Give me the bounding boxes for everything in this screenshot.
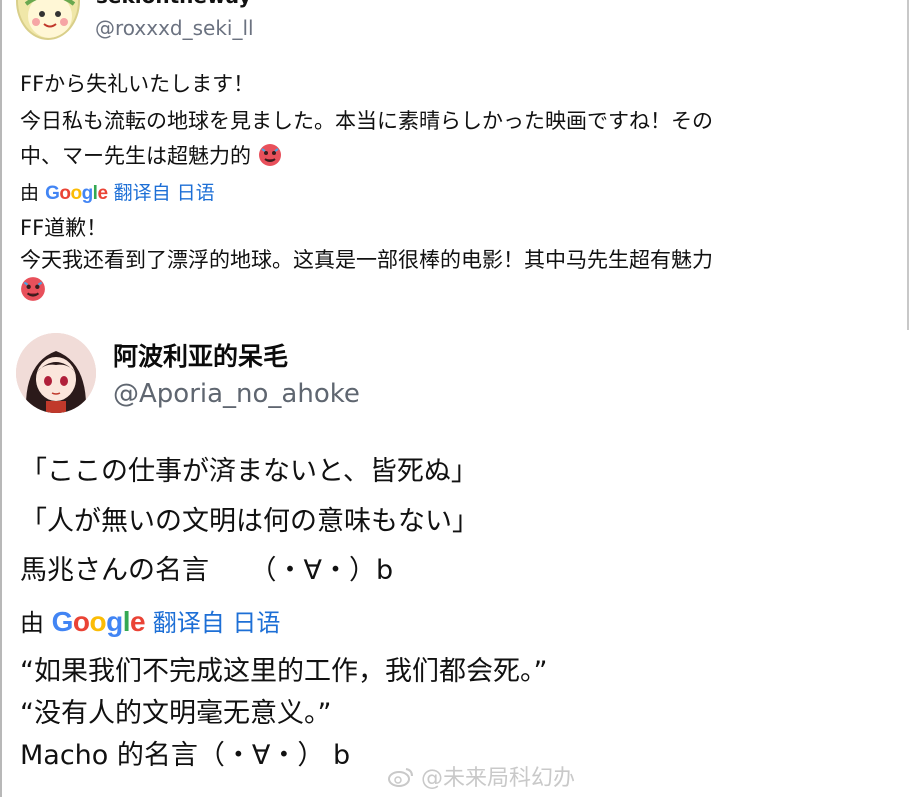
translated-text-line: 今天我还看到了漂浮的地球。这真是一部很棒的电影！其中马先生超有魅力 <box>20 248 713 272</box>
translated-from-link[interactable]: 翻译自 日语 <box>114 182 215 204</box>
hot-face-emoji-icon <box>20 276 46 307</box>
left-border <box>0 0 2 797</box>
display-name[interactable]: sekiontheway <box>96 0 251 8</box>
tweet-text-line: FFから失礼いたします！ <box>20 72 255 96</box>
tweet-text-line: 今日私も流転の地球を見ました。本当に素晴らしかった映画ですね！その <box>20 109 713 133</box>
user-avatar[interactable] <box>16 0 80 40</box>
translation-attribution[interactable]: 由 Google 翻译自 日语 <box>20 178 215 205</box>
translated-by-label: 由 <box>20 609 44 637</box>
watermark-text: @未来局科幻办 <box>421 766 576 791</box>
translated-emoji-line <box>20 276 46 307</box>
tweet-text-line: 中、マー先生は超魅力的 <box>20 144 251 168</box>
hot-face-emoji-icon <box>258 143 282 172</box>
translated-by-label: 由 <box>20 182 40 204</box>
tweet-text-line: 「ここの仕事が済まないと、皆死ぬ」 <box>20 456 478 487</box>
translated-text-line: “如果我们不完成这里的工作，我们都会死。” <box>20 656 548 687</box>
user-handle[interactable]: @roxxxd_seki_ll <box>95 16 254 40</box>
watermark: @未来局科幻办 <box>388 760 575 792</box>
translated-text-line: FF道歉！ <box>20 216 108 240</box>
translation-attribution[interactable]: 由 Google 翻译自 日语 <box>20 603 280 638</box>
weibo-logo-icon <box>388 766 421 791</box>
google-logo-icon: Google <box>45 183 108 204</box>
tweet-text-line: 「人が無いの文明は何の意味もない」 <box>20 506 479 537</box>
tweet-text-line: 馬兆さんの名言 （・∀・）b <box>20 555 394 586</box>
user-handle[interactable]: @Aporia_no_ahoke <box>113 379 360 409</box>
user-avatar[interactable] <box>16 333 96 413</box>
translated-from-link[interactable]: 翻译自 日语 <box>153 609 281 637</box>
translated-text-line: Macho 的名言（・∀・） b <box>20 740 351 771</box>
display-name[interactable]: 阿波利亚的呆毛 <box>113 337 288 373</box>
google-logo-icon: Google <box>51 606 146 637</box>
right-border <box>907 0 909 330</box>
tweet-text-line-with-emoji: 中、マー先生は超魅力的 <box>20 140 282 172</box>
translated-text-line: “没有人的文明毫无意义。” <box>20 698 332 729</box>
